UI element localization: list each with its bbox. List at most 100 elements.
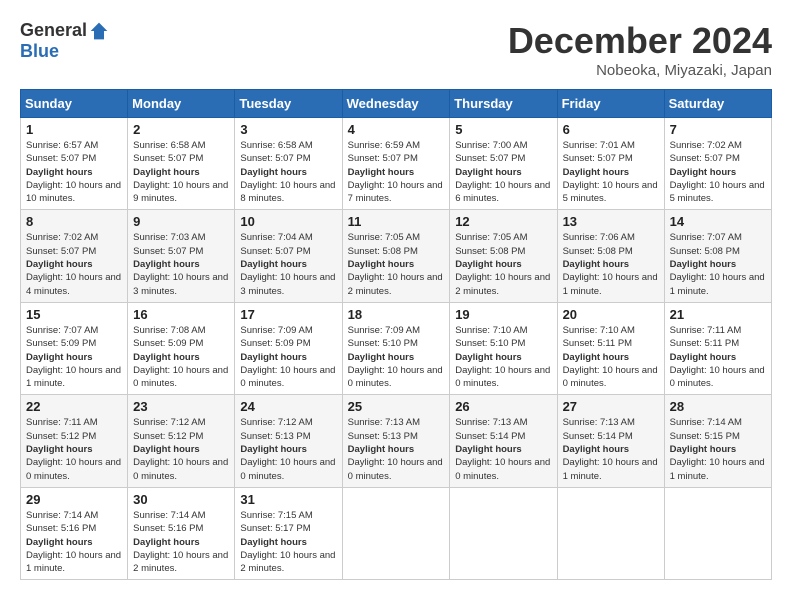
calendar-cell: 12 Sunrise: 7:05 AMSunset: 5:08 PM Dayli… [450, 210, 557, 302]
calendar-cell: 22 Sunrise: 7:11 AMSunset: 5:12 PM Dayli… [21, 395, 128, 487]
logo-blue: Blue [20, 41, 59, 62]
calendar-cell: 15 Sunrise: 7:07 AMSunset: 5:09 PM Dayli… [21, 302, 128, 394]
day-info: Sunrise: 7:14 AMSunset: 5:16 PM Daylight… [26, 509, 122, 575]
day-number: 19 [455, 307, 551, 322]
day-number: 20 [563, 307, 659, 322]
calendar-cell: 18 Sunrise: 7:09 AMSunset: 5:10 PM Dayli… [342, 302, 450, 394]
day-info: Sunrise: 7:14 AMSunset: 5:15 PM Daylight… [670, 416, 766, 482]
day-number: 12 [455, 214, 551, 229]
day-info: Sunrise: 7:01 AMSunset: 5:07 PM Daylight… [563, 139, 659, 205]
day-info: Sunrise: 7:14 AMSunset: 5:16 PM Daylight… [133, 509, 229, 575]
day-info: Sunrise: 7:10 AMSunset: 5:11 PM Daylight… [563, 324, 659, 390]
week-row-0: 1 Sunrise: 6:57 AMSunset: 5:07 PM Daylig… [21, 118, 772, 210]
day-info: Sunrise: 7:02 AMSunset: 5:07 PM Daylight… [670, 139, 766, 205]
day-info: Sunrise: 7:12 AMSunset: 5:13 PM Daylight… [240, 416, 336, 482]
day-number: 5 [455, 122, 551, 137]
weekday-header-wednesday: Wednesday [342, 90, 450, 118]
day-number: 28 [670, 399, 766, 414]
week-row-2: 15 Sunrise: 7:07 AMSunset: 5:09 PM Dayli… [21, 302, 772, 394]
calendar-cell: 14 Sunrise: 7:07 AMSunset: 5:08 PM Dayli… [664, 210, 771, 302]
calendar-cell: 21 Sunrise: 7:11 AMSunset: 5:11 PM Dayli… [664, 302, 771, 394]
day-info: Sunrise: 6:58 AMSunset: 5:07 PM Daylight… [133, 139, 229, 205]
day-info: Sunrise: 7:10 AMSunset: 5:10 PM Daylight… [455, 324, 551, 390]
weekday-header-tuesday: Tuesday [235, 90, 342, 118]
day-info: Sunrise: 7:13 AMSunset: 5:13 PM Daylight… [348, 416, 445, 482]
calendar-cell: 2 Sunrise: 6:58 AMSunset: 5:07 PM Daylig… [128, 118, 235, 210]
day-info: Sunrise: 6:59 AMSunset: 5:07 PM Daylight… [348, 139, 445, 205]
day-number: 1 [26, 122, 122, 137]
calendar-cell: 10 Sunrise: 7:04 AMSunset: 5:07 PM Dayli… [235, 210, 342, 302]
calendar-cell [450, 487, 557, 579]
weekday-header-friday: Friday [557, 90, 664, 118]
calendar-cell: 3 Sunrise: 6:58 AMSunset: 5:07 PM Daylig… [235, 118, 342, 210]
calendar-cell: 27 Sunrise: 7:13 AMSunset: 5:14 PM Dayli… [557, 395, 664, 487]
week-row-1: 8 Sunrise: 7:02 AMSunset: 5:07 PM Daylig… [21, 210, 772, 302]
day-number: 30 [133, 492, 229, 507]
weekday-header-monday: Monday [128, 90, 235, 118]
day-info: Sunrise: 7:11 AMSunset: 5:12 PM Daylight… [26, 416, 122, 482]
calendar-cell: 23 Sunrise: 7:12 AMSunset: 5:12 PM Dayli… [128, 395, 235, 487]
calendar-cell [557, 487, 664, 579]
day-info: Sunrise: 7:12 AMSunset: 5:12 PM Daylight… [133, 416, 229, 482]
day-number: 14 [670, 214, 766, 229]
day-number: 24 [240, 399, 336, 414]
weekday-header-saturday: Saturday [664, 90, 771, 118]
day-info: Sunrise: 7:07 AMSunset: 5:08 PM Daylight… [670, 231, 766, 297]
page-header: General Blue December 2024 Nobeoka, Miya… [20, 20, 772, 79]
day-number: 6 [563, 122, 659, 137]
day-info: Sunrise: 7:09 AMSunset: 5:09 PM Daylight… [240, 324, 336, 390]
day-number: 13 [563, 214, 659, 229]
calendar-cell: 4 Sunrise: 6:59 AMSunset: 5:07 PM Daylig… [342, 118, 450, 210]
calendar-cell: 17 Sunrise: 7:09 AMSunset: 5:09 PM Dayli… [235, 302, 342, 394]
calendar-cell: 24 Sunrise: 7:12 AMSunset: 5:13 PM Dayli… [235, 395, 342, 487]
day-info: Sunrise: 6:58 AMSunset: 5:07 PM Daylight… [240, 139, 336, 205]
weekday-header-thursday: Thursday [450, 90, 557, 118]
day-number: 9 [133, 214, 229, 229]
calendar-cell: 5 Sunrise: 7:00 AMSunset: 5:07 PM Daylig… [450, 118, 557, 210]
weekday-header-row: SundayMondayTuesdayWednesdayThursdayFrid… [21, 90, 772, 118]
day-number: 26 [455, 399, 551, 414]
calendar-cell [342, 487, 450, 579]
calendar-cell: 11 Sunrise: 7:05 AMSunset: 5:08 PM Dayli… [342, 210, 450, 302]
day-info: Sunrise: 7:07 AMSunset: 5:09 PM Daylight… [26, 324, 122, 390]
day-number: 25 [348, 399, 445, 414]
calendar-cell: 13 Sunrise: 7:06 AMSunset: 5:08 PM Dayli… [557, 210, 664, 302]
day-info: Sunrise: 6:57 AMSunset: 5:07 PM Daylight… [26, 139, 122, 205]
day-number: 22 [26, 399, 122, 414]
calendar-cell: 31 Sunrise: 7:15 AMSunset: 5:17 PM Dayli… [235, 487, 342, 579]
calendar: SundayMondayTuesdayWednesdayThursdayFrid… [20, 89, 772, 580]
calendar-cell: 9 Sunrise: 7:03 AMSunset: 5:07 PM Daylig… [128, 210, 235, 302]
day-number: 16 [133, 307, 229, 322]
day-info: Sunrise: 7:06 AMSunset: 5:08 PM Daylight… [563, 231, 659, 297]
day-info: Sunrise: 7:11 AMSunset: 5:11 PM Daylight… [670, 324, 766, 390]
calendar-cell: 30 Sunrise: 7:14 AMSunset: 5:16 PM Dayli… [128, 487, 235, 579]
day-number: 15 [26, 307, 122, 322]
title-section: December 2024 Nobeoka, Miyazaki, Japan [508, 20, 772, 79]
day-number: 2 [133, 122, 229, 137]
day-number: 18 [348, 307, 445, 322]
day-info: Sunrise: 7:13 AMSunset: 5:14 PM Daylight… [563, 416, 659, 482]
day-info: Sunrise: 7:04 AMSunset: 5:07 PM Daylight… [240, 231, 336, 297]
day-info: Sunrise: 7:02 AMSunset: 5:07 PM Daylight… [26, 231, 122, 297]
day-number: 11 [348, 214, 445, 229]
day-info: Sunrise: 7:05 AMSunset: 5:08 PM Daylight… [455, 231, 551, 297]
calendar-cell: 26 Sunrise: 7:13 AMSunset: 5:14 PM Dayli… [450, 395, 557, 487]
day-number: 21 [670, 307, 766, 322]
calendar-cell: 19 Sunrise: 7:10 AMSunset: 5:10 PM Dayli… [450, 302, 557, 394]
logo-general: General [20, 20, 87, 41]
day-number: 10 [240, 214, 336, 229]
day-number: 8 [26, 214, 122, 229]
week-row-4: 29 Sunrise: 7:14 AMSunset: 5:16 PM Dayli… [21, 487, 772, 579]
calendar-cell: 29 Sunrise: 7:14 AMSunset: 5:16 PM Dayli… [21, 487, 128, 579]
day-number: 31 [240, 492, 336, 507]
calendar-cell: 7 Sunrise: 7:02 AMSunset: 5:07 PM Daylig… [664, 118, 771, 210]
calendar-cell: 28 Sunrise: 7:14 AMSunset: 5:15 PM Dayli… [664, 395, 771, 487]
logo-icon [89, 21, 109, 41]
day-info: Sunrise: 7:03 AMSunset: 5:07 PM Daylight… [133, 231, 229, 297]
weekday-header-sunday: Sunday [21, 90, 128, 118]
week-row-3: 22 Sunrise: 7:11 AMSunset: 5:12 PM Dayli… [21, 395, 772, 487]
day-info: Sunrise: 7:09 AMSunset: 5:10 PM Daylight… [348, 324, 445, 390]
day-number: 7 [670, 122, 766, 137]
calendar-cell: 8 Sunrise: 7:02 AMSunset: 5:07 PM Daylig… [21, 210, 128, 302]
day-info: Sunrise: 7:08 AMSunset: 5:09 PM Daylight… [133, 324, 229, 390]
